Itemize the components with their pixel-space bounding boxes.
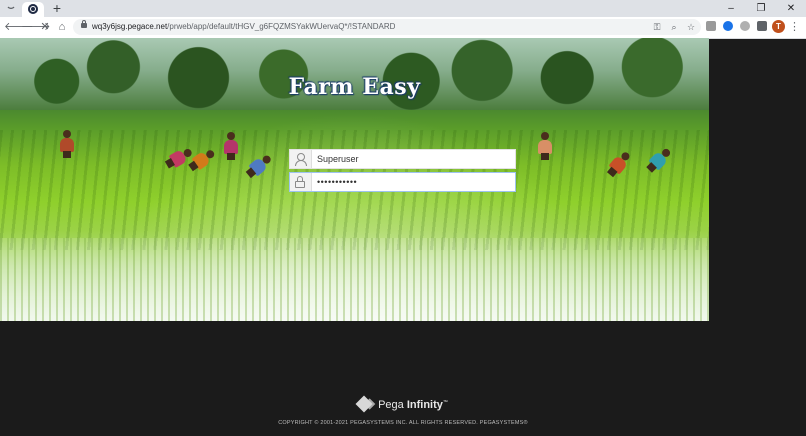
restore-button[interactable]: ❐ bbox=[746, 0, 776, 17]
farmer-figure bbox=[536, 132, 554, 160]
lock-icon[interactable] bbox=[81, 20, 87, 28]
stop-loading-icon[interactable]: ✕ bbox=[38, 20, 52, 34]
extension-icon[interactable] bbox=[706, 21, 716, 31]
forward-icon[interactable]: 🡒 bbox=[21, 20, 51, 34]
brand-suffix: Infinity bbox=[406, 399, 443, 412]
extension-icon[interactable] bbox=[740, 21, 750, 31]
url-text[interactable]: wq3y6jsg.pegace.net/prweb/app/default/tH… bbox=[92, 21, 395, 33]
app-title: Farm Easy bbox=[288, 74, 421, 100]
home-icon[interactable]: ⌂ bbox=[55, 20, 69, 34]
address-bar[interactable]: wq3y6jsg.pegace.net/prweb/app/default/tH… bbox=[73, 19, 701, 35]
extensions-puzzle-icon[interactable] bbox=[757, 21, 767, 31]
pega-infinity-logo: Pega Infinity™ bbox=[0, 395, 806, 413]
loading-tab-icon[interactable] bbox=[5, 3, 17, 15]
username-input[interactable] bbox=[317, 151, 507, 167]
brand-prefix: Pega bbox=[378, 399, 407, 412]
zoom-icon[interactable]: ⌕ bbox=[668, 21, 680, 33]
browser-tab-strip: + – ❐ ✕ bbox=[0, 0, 806, 17]
username-field[interactable] bbox=[289, 149, 516, 169]
rice-field-background-image: Farm Easy bbox=[0, 38, 709, 321]
back-icon[interactable]: 🡐 bbox=[4, 20, 34, 34]
close-window-button[interactable]: ✕ bbox=[776, 0, 806, 17]
browser-menu-icon[interactable]: ⋮ bbox=[789, 20, 800, 34]
user-icon bbox=[290, 150, 312, 168]
profile-avatar[interactable]: T bbox=[772, 20, 785, 33]
new-tab-button[interactable]: + bbox=[50, 1, 64, 15]
password-field[interactable] bbox=[289, 172, 516, 192]
extension-icon[interactable] bbox=[723, 21, 733, 31]
water-reflection bbox=[0, 238, 709, 321]
pega-diamond-icon bbox=[355, 395, 373, 413]
browser-toolbar: 🡐 🡒 ✕ ⌂ wq3y6jsg.pegace.net/prweb/app/de… bbox=[0, 17, 806, 39]
key-icon[interactable]: ⚿ bbox=[651, 21, 663, 33]
login-form bbox=[289, 149, 516, 195]
minimize-button[interactable]: – bbox=[716, 0, 746, 17]
farmer-figure bbox=[58, 130, 76, 158]
password-lock-icon bbox=[290, 173, 312, 191]
farmer-figure bbox=[222, 132, 240, 160]
active-tab[interactable] bbox=[22, 2, 44, 17]
pega-favicon-icon bbox=[28, 4, 38, 14]
copyright-text: COPYRIGHT © 2001-2021 PEGASYSTEMS INC. A… bbox=[278, 420, 528, 426]
trademark: ™ bbox=[442, 399, 448, 406]
bookmark-star-icon[interactable]: ☆ bbox=[685, 21, 697, 33]
password-input[interactable] bbox=[317, 174, 507, 190]
